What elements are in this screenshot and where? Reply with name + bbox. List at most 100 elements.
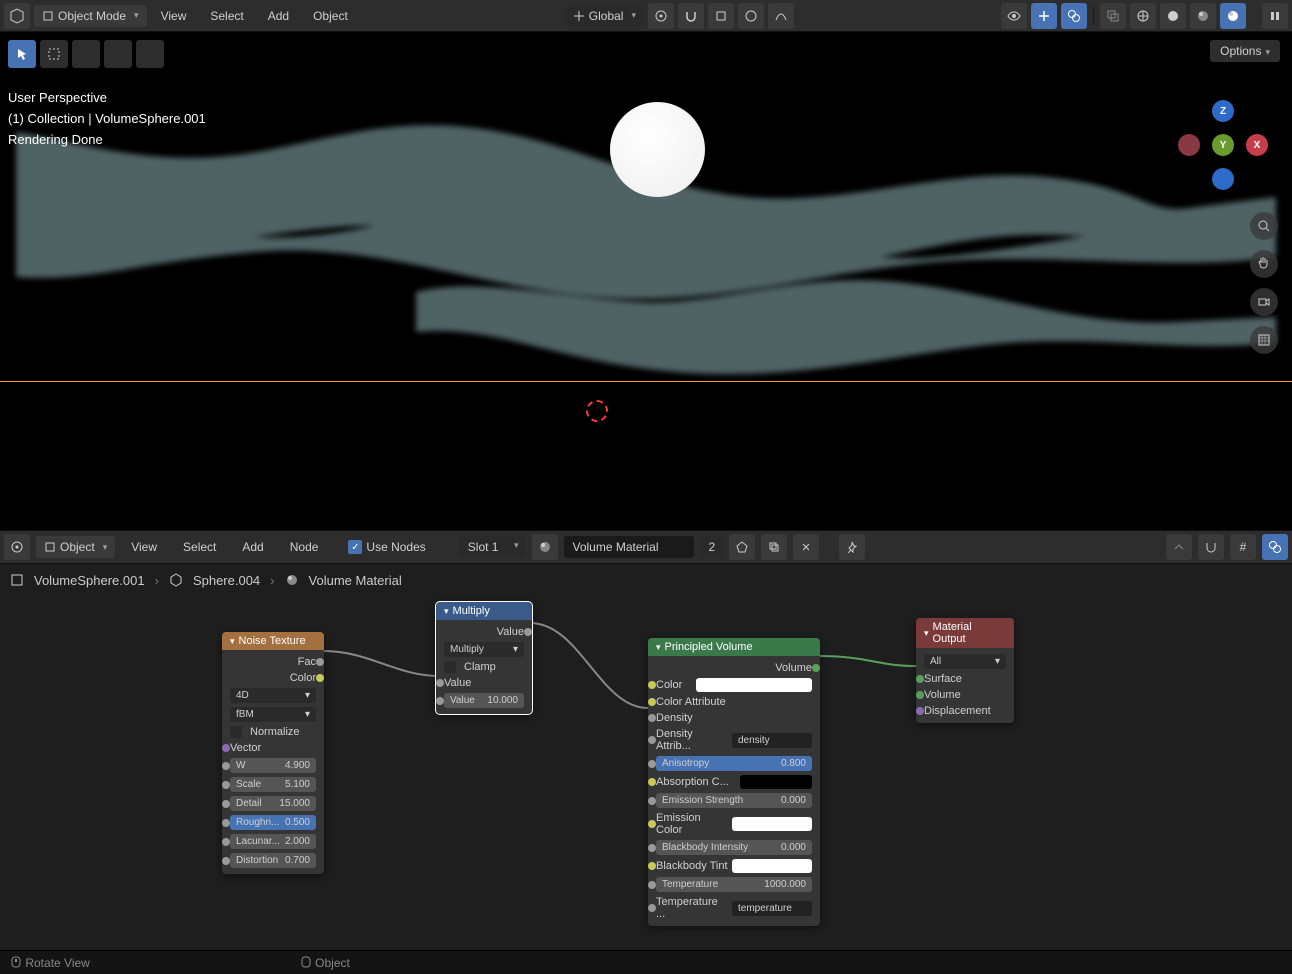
noise-scale-field[interactable]: Scale5.100 [230, 777, 316, 792]
node-principled-volume[interactable]: Principled Volume Volume Color Color Att… [648, 638, 820, 926]
viewport-options-dropdown[interactable]: Options▾ [1210, 40, 1280, 62]
socket-color-attr: Color Attribute [656, 696, 726, 708]
node-title[interactable]: Material Output [916, 618, 1014, 648]
node-menu-add[interactable]: Add [232, 536, 273, 558]
gizmo-neg-x-axis[interactable] [1178, 134, 1200, 156]
emission-strength-field[interactable]: Emission Strength0.000 [656, 793, 812, 808]
snap-node-icon[interactable] [1198, 534, 1224, 560]
tool-icon-4[interactable] [104, 40, 132, 68]
blackbody-tint-swatch[interactable] [732, 859, 812, 873]
node-menu-select[interactable]: Select [173, 536, 226, 558]
fake-user-icon[interactable] [729, 534, 755, 560]
noise-dimensions-dropdown[interactable]: 4D▾ [230, 688, 316, 703]
node-noise-texture[interactable]: Noise Texture Fac Color 4D▾ fBM▾ Normali… [222, 632, 324, 874]
gizmo-z-axis[interactable]: Z [1212, 100, 1234, 122]
noise-distortion-field[interactable]: Distortion0.700 [230, 853, 316, 868]
tool-icon-5[interactable] [136, 40, 164, 68]
node-editor-header: Object▾ View Select Add Node ✓Use Nodes … [0, 530, 1292, 564]
color-swatch[interactable] [696, 678, 812, 692]
3d-viewport[interactable]: User Perspective (1) Collection | Volume… [0, 32, 1292, 530]
editor-type-icon[interactable] [4, 3, 30, 29]
shading-matprev-icon[interactable] [1190, 3, 1216, 29]
socket-value-out: Value [497, 626, 524, 638]
node-menu-node[interactable]: Node [280, 536, 329, 558]
clamp-checkbox[interactable] [444, 661, 456, 673]
noise-lacunarity-field[interactable]: Lacunar...2.000 [230, 834, 316, 849]
shading-rendered-icon[interactable] [1220, 3, 1246, 29]
menu-select[interactable]: Select [200, 5, 253, 27]
breadcrumb-object[interactable]: VolumeSphere.001 [34, 573, 145, 588]
node-mode-dropdown[interactable]: Object▾ [36, 536, 115, 558]
socket-value-in1: Value [444, 677, 471, 689]
node-editor-type-icon[interactable] [4, 534, 30, 560]
overlay-toggle-icon[interactable] [1061, 3, 1087, 29]
falloff-icon[interactable] [768, 3, 794, 29]
breadcrumb-mesh[interactable]: Sphere.004 [193, 573, 260, 588]
temperature-field[interactable]: Temperature1000.000 [656, 877, 812, 892]
noise-w-field[interactable]: W4.900 [230, 758, 316, 773]
absorption-swatch[interactable] [740, 775, 812, 789]
pan-icon[interactable] [1250, 250, 1278, 278]
output-target-dropdown[interactable]: All▾ [924, 654, 1006, 669]
slot-dropdown[interactable]: Slot 1▾ [458, 536, 527, 558]
anisotropy-field[interactable]: Anisotropy0.800 [656, 756, 812, 771]
camera-view-icon[interactable] [1250, 288, 1278, 316]
transform-orientation-dropdown[interactable]: Global▾ [565, 5, 644, 27]
pin-icon[interactable] [839, 534, 865, 560]
node-multiply[interactable]: Multiply Value Multiply▾ Clamp Value Val… [436, 602, 532, 714]
noise-type-dropdown[interactable]: fBM▾ [230, 707, 316, 722]
perspective-icon[interactable] [1250, 326, 1278, 354]
menu-add[interactable]: Add [258, 5, 299, 27]
select-tool-icon[interactable] [8, 40, 36, 68]
gizmo-x-axis[interactable]: X [1246, 134, 1268, 156]
menu-view[interactable]: View [151, 5, 197, 27]
socket-vector: Vector [230, 742, 261, 754]
xray-icon[interactable] [1100, 3, 1126, 29]
unlink-icon[interactable] [793, 534, 819, 560]
visibility-icon[interactable] [1001, 3, 1027, 29]
node-title[interactable]: Noise Texture [222, 632, 324, 650]
grid-snap-icon[interactable]: # [1230, 534, 1256, 560]
tool-icon-3[interactable] [72, 40, 100, 68]
normalize-checkbox[interactable] [230, 726, 242, 738]
math-op-dropdown[interactable]: Multiply▾ [444, 642, 524, 657]
select-box-icon[interactable] [40, 40, 68, 68]
density-attr-field[interactable]: density [732, 733, 812, 748]
snap-icon[interactable] [678, 3, 704, 29]
viewport-header: Object Mode▾ View Select Add Object Glob… [0, 0, 1292, 32]
use-nodes-checkbox[interactable]: ✓Use Nodes [348, 540, 425, 554]
navigation-gizmo[interactable]: Z Y X [1178, 100, 1268, 190]
gizmo-neg-z-axis[interactable] [1212, 168, 1234, 190]
noise-roughness-field[interactable]: Roughn...0.500 [230, 815, 316, 830]
gizmo-y-axis[interactable]: Y [1212, 134, 1234, 156]
shading-wireframe-icon[interactable] [1130, 3, 1156, 29]
node-menu-view[interactable]: View [121, 536, 167, 558]
multiply-value-field[interactable]: Value10.000 [444, 693, 524, 708]
overlay-node-icon[interactable] [1262, 534, 1288, 560]
noise-detail-field[interactable]: Detail15.000 [230, 796, 316, 811]
breadcrumb-material[interactable]: Volume Material [309, 573, 402, 588]
node-graph-area[interactable]: Noise Texture Fac Color 4D▾ fBM▾ Normali… [0, 596, 1292, 950]
emission-color-swatch[interactable] [732, 817, 812, 831]
node-title[interactable]: Principled Volume [648, 638, 820, 656]
blackbody-intensity-field[interactable]: Blackbody Intensity0.000 [656, 840, 812, 855]
socket-volume-out: Volume [775, 662, 812, 674]
gizmo-toggle-icon[interactable] [1031, 3, 1057, 29]
proportional-icon[interactable] [738, 3, 764, 29]
material-name-field[interactable]: Volume Material [564, 536, 694, 558]
zoom-icon[interactable] [1250, 212, 1278, 240]
node-material-output[interactable]: Material Output All▾ Surface Volume Disp… [916, 618, 1014, 723]
shading-solid-icon[interactable] [1160, 3, 1186, 29]
node-title[interactable]: Multiply [436, 602, 532, 620]
duplicate-icon[interactable] [761, 534, 787, 560]
interaction-mode-dropdown[interactable]: Object Mode▾ [34, 5, 147, 27]
node-breadcrumb: VolumeSphere.001 › Sphere.004 › Volume M… [0, 564, 1292, 596]
pause-icon[interactable] [1262, 3, 1288, 29]
parent-icon[interactable] [1166, 534, 1192, 560]
pivot-icon[interactable] [648, 3, 674, 29]
material-users[interactable]: 2 [700, 536, 723, 558]
menu-object[interactable]: Object [303, 5, 358, 27]
material-browse-icon[interactable] [532, 534, 558, 560]
temp-attr-field[interactable]: temperature [732, 901, 812, 916]
snap-target-icon[interactable] [708, 3, 734, 29]
